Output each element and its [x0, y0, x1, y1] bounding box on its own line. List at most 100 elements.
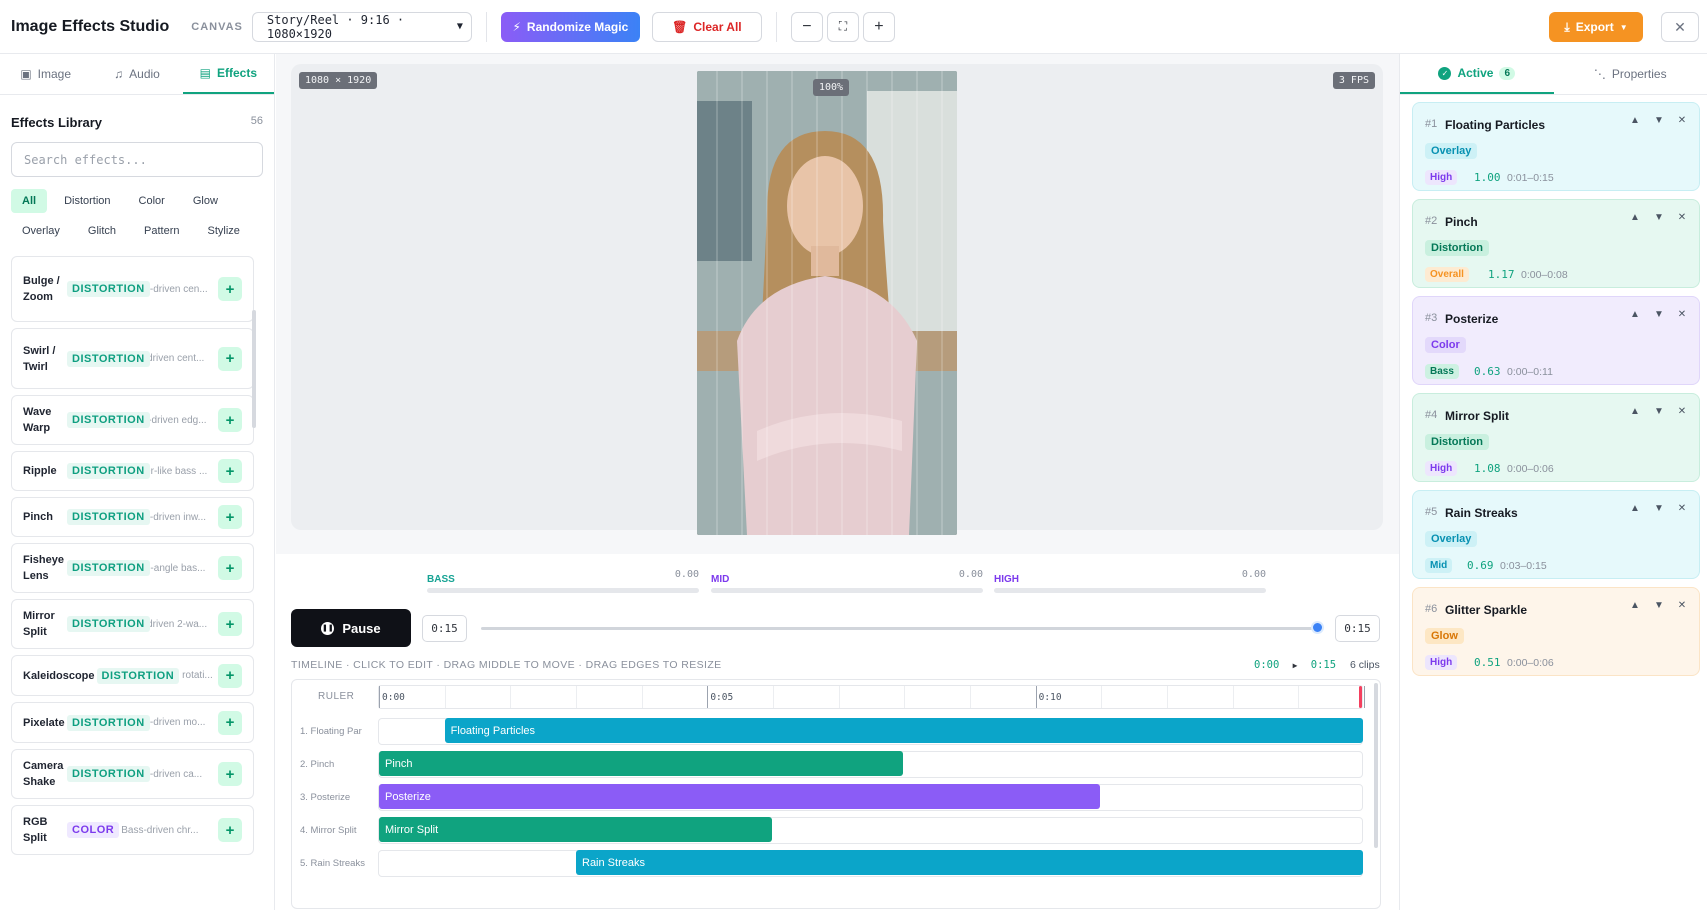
- ruler-label: RULER: [318, 691, 355, 702]
- remove-effect-button[interactable]: ✕: [1674, 503, 1690, 514]
- canvas-dimensions-badge: 1080 × 1920: [299, 72, 378, 89]
- add-effect-button[interactable]: +: [218, 408, 242, 432]
- effect-list-item[interactable]: Mirror Split DISTORTION Mid-driven 2-wa...…: [11, 599, 254, 649]
- move-up-button[interactable]: ▲: [1627, 212, 1643, 223]
- remove-effect-button[interactable]: ✕: [1674, 212, 1690, 223]
- timeline-ruler[interactable]: 0:00 0:05 0:10: [378, 685, 1365, 709]
- zoom-out-button[interactable]: −: [790, 11, 823, 42]
- timeline-clip[interactable]: Mirror Split: [379, 817, 772, 842]
- effect-category-badge: Glow: [1425, 628, 1464, 644]
- scrubber-handle[interactable]: [1311, 621, 1324, 634]
- active-effect-card[interactable]: #2 Pinch ▲ ▼ ✕ Distortion Overall 1.17 0:00–0:08: [1412, 199, 1700, 288]
- effect-list-item[interactable]: Wave Warp DISTORTION High-driven edg... +: [11, 395, 254, 445]
- effect-list-item[interactable]: Swirl / Twirl DISTORTION Mid-driven cent..…: [11, 328, 254, 389]
- tab-effects[interactable]: ▤ Effects: [182, 54, 274, 94]
- move-up-button[interactable]: ▲: [1627, 406, 1643, 417]
- search-input[interactable]: Search effects...: [11, 142, 263, 177]
- move-down-button[interactable]: ▼: [1651, 309, 1667, 320]
- bass-value: 0.00: [674, 569, 699, 580]
- playhead-marker[interactable]: [1359, 686, 1362, 708]
- active-effect-card[interactable]: #6 Glitter Sparkle ▲ ▼ ✕ Glow High 0.51 0:00–0:0…: [1412, 587, 1700, 676]
- tab-properties[interactable]: ⋱ Properties: [1554, 54, 1707, 94]
- filter-chip-all[interactable]: All: [11, 189, 48, 213]
- move-down-button[interactable]: ▼: [1651, 212, 1667, 223]
- timeline-clip[interactable]: Floating Particles: [444, 718, 1363, 743]
- remove-effect-button[interactable]: ✕: [1674, 600, 1690, 611]
- remove-effect-button[interactable]: ✕: [1674, 309, 1690, 320]
- tab-audio[interactable]: ♫ Audio: [91, 54, 182, 94]
- export-label: Export: [1575, 20, 1614, 34]
- move-down-button[interactable]: ▼: [1651, 406, 1667, 417]
- tab-image[interactable]: ▣ Image: [0, 54, 91, 94]
- effect-category-tag: DISTORTION: [67, 560, 150, 576]
- portrait-illustration: [697, 71, 957, 535]
- fit-screen-button[interactable]: ⛶: [826, 11, 859, 42]
- effect-list-item[interactable]: Camera Shake DISTORTION Bass-driven ca... +: [11, 749, 254, 799]
- effect-list-item[interactable]: Fisheye Lens DISTORTION Wide-angle bas... +: [11, 543, 254, 593]
- effect-list-item[interactable]: RGB Split COLOR Bass-driven chr... +: [11, 805, 254, 855]
- close-button[interactable]: ✕: [1661, 12, 1699, 42]
- effect-list-item[interactable]: Ripple DISTORTION Water-like bass ... +: [11, 451, 254, 491]
- effect-time-range: 0:00–0:06: [1507, 463, 1554, 475]
- pause-button[interactable]: ❚❚ Pause: [291, 609, 411, 647]
- tab-active[interactable]: ✓ Active 6: [1400, 54, 1554, 94]
- add-effect-button[interactable]: +: [218, 762, 242, 786]
- timeline-scrollbar[interactable]: [1374, 683, 1378, 848]
- timeline-clip[interactable]: Rain Streaks: [576, 850, 1363, 875]
- effect-list-item[interactable]: Kaleidoscope DISTORTION Bass rotati... +: [11, 655, 254, 696]
- chevron-down-icon: ▼: [1619, 22, 1628, 32]
- canvas-preview-image[interactable]: 100%: [697, 71, 957, 535]
- remove-effect-button[interactable]: ✕: [1674, 115, 1690, 126]
- remove-effect-button[interactable]: ✕: [1674, 406, 1690, 417]
- ruler-tick-label: 0:10: [1038, 692, 1062, 703]
- move-up-button[interactable]: ▲: [1627, 115, 1643, 126]
- move-down-button[interactable]: ▼: [1651, 115, 1667, 126]
- timeline-range-end: 0:15: [1310, 659, 1337, 671]
- pause-icon: ❚❚: [321, 621, 335, 635]
- playback-scrubber[interactable]: [481, 627, 1323, 630]
- add-effect-button[interactable]: +: [218, 556, 242, 580]
- add-effect-button[interactable]: +: [218, 818, 242, 842]
- timeline-clip[interactable]: Pinch: [379, 751, 904, 776]
- export-button[interactable]: ⤓ Export ▼: [1549, 12, 1643, 42]
- ruler-tick: [838, 686, 840, 708]
- add-effect-button[interactable]: +: [218, 277, 242, 301]
- active-effect-card[interactable]: #4 Mirror Split ▲ ▼ ✕ Distortion High 1.08 0:00–…: [1412, 393, 1700, 482]
- add-effect-button[interactable]: +: [218, 663, 242, 688]
- effect-list-item[interactable]: Pinch DISTORTION Bass-driven inw... +: [11, 497, 254, 537]
- move-up-button[interactable]: ▲: [1627, 600, 1643, 611]
- move-down-button[interactable]: ▼: [1651, 600, 1667, 611]
- effect-title: Pinch: [1445, 215, 1478, 229]
- add-effect-button[interactable]: +: [218, 612, 242, 636]
- active-effect-card[interactable]: #1 Floating Particles ▲ ▼ ✕ Overlay High 1.00 0:…: [1412, 102, 1700, 191]
- add-effect-button[interactable]: +: [218, 505, 242, 529]
- filter-chip-overlay[interactable]: Overlay: [11, 219, 71, 243]
- zoom-in-button[interactable]: +: [862, 11, 895, 42]
- canvas-size-select[interactable]: Story/Reel · 9:16 · 1080×1920 ▼: [251, 11, 472, 42]
- filter-chip-pattern[interactable]: Pattern: [133, 219, 190, 243]
- move-down-button[interactable]: ▼: [1651, 503, 1667, 514]
- filter-chip-glitch[interactable]: Glitch: [77, 219, 127, 243]
- bass-bar: [427, 588, 699, 593]
- randomize-magic-button[interactable]: ⚡ Randomize Magic: [500, 11, 640, 42]
- add-effect-button[interactable]: +: [218, 459, 242, 483]
- add-effect-button[interactable]: +: [218, 346, 242, 371]
- active-effect-card[interactable]: #5 Rain Streaks ▲ ▼ ✕ Overlay Mid 0.69 0:03–0:15: [1412, 490, 1700, 579]
- filter-chip-distortion[interactable]: Distortion: [53, 189, 121, 213]
- add-effect-button[interactable]: +: [218, 710, 242, 735]
- effect-category-tag: DISTORTION: [67, 412, 150, 428]
- effect-list-item[interactable]: Bulge / Zoom DISTORTION Bass-driven cen...…: [11, 256, 254, 322]
- filter-chip-stylize[interactable]: Stylize: [197, 219, 251, 243]
- timeline-track: Pinch: [378, 751, 1363, 778]
- clear-all-button[interactable]: 🗑 Clear All: [651, 11, 762, 42]
- effect-list-item[interactable]: Pixelate DISTORTION Bass-driven mo... +: [11, 702, 254, 743]
- timeline-track: Posterize: [378, 784, 1363, 811]
- move-up-button[interactable]: ▲: [1627, 503, 1643, 514]
- active-effect-card[interactable]: #3 Posterize ▲ ▼ ✕ Color Bass 0.63 0:00–0:11: [1412, 296, 1700, 385]
- filter-chip-color[interactable]: Color: [128, 189, 176, 213]
- timeline-clip[interactable]: Posterize: [379, 784, 1101, 809]
- ruler-tick: [1298, 686, 1300, 708]
- move-up-button[interactable]: ▲: [1627, 309, 1643, 320]
- scrollbar[interactable]: [252, 310, 256, 428]
- filter-chip-glow[interactable]: Glow: [182, 189, 229, 213]
